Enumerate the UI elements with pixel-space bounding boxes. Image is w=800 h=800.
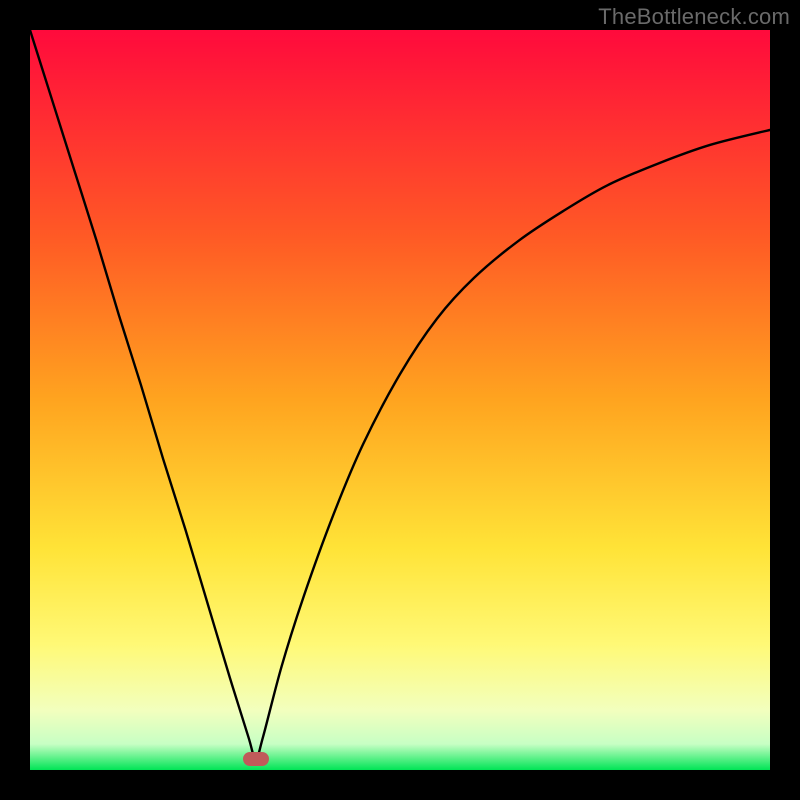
watermark-text: TheBottleneck.com <box>598 4 790 30</box>
optimal-marker <box>243 752 269 766</box>
chart-frame: TheBottleneck.com <box>0 0 800 800</box>
plot-area <box>30 30 770 770</box>
bottleneck-curve <box>30 30 770 770</box>
